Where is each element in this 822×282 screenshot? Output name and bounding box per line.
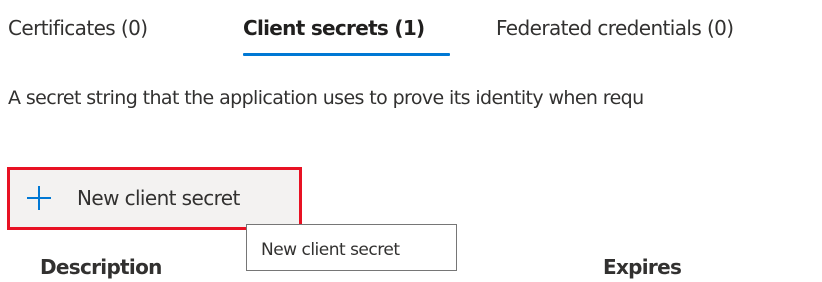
- tab-certificates[interactable]: Certificates (0): [8, 16, 148, 40]
- column-header-description[interactable]: Description: [40, 255, 162, 279]
- certificates-secrets-page: Certificates (0) Client secrets (1) Fede…: [0, 0, 822, 282]
- tooltip-text: New client secret: [261, 240, 400, 260]
- plus-icon: [26, 185, 52, 211]
- tab-federated-credentials[interactable]: Federated credentials (0): [496, 16, 734, 40]
- new-client-secret-label: New client secret: [77, 186, 240, 210]
- new-client-secret-button[interactable]: New client secret: [7, 167, 302, 230]
- new-client-secret-tooltip: New client secret: [246, 224, 457, 271]
- selected-tab-indicator: [243, 53, 450, 56]
- tab-client-secrets[interactable]: Client secrets (1): [243, 16, 425, 40]
- column-header-expires[interactable]: Expires: [603, 255, 682, 279]
- client-secrets-description: A secret string that the application use…: [8, 87, 644, 109]
